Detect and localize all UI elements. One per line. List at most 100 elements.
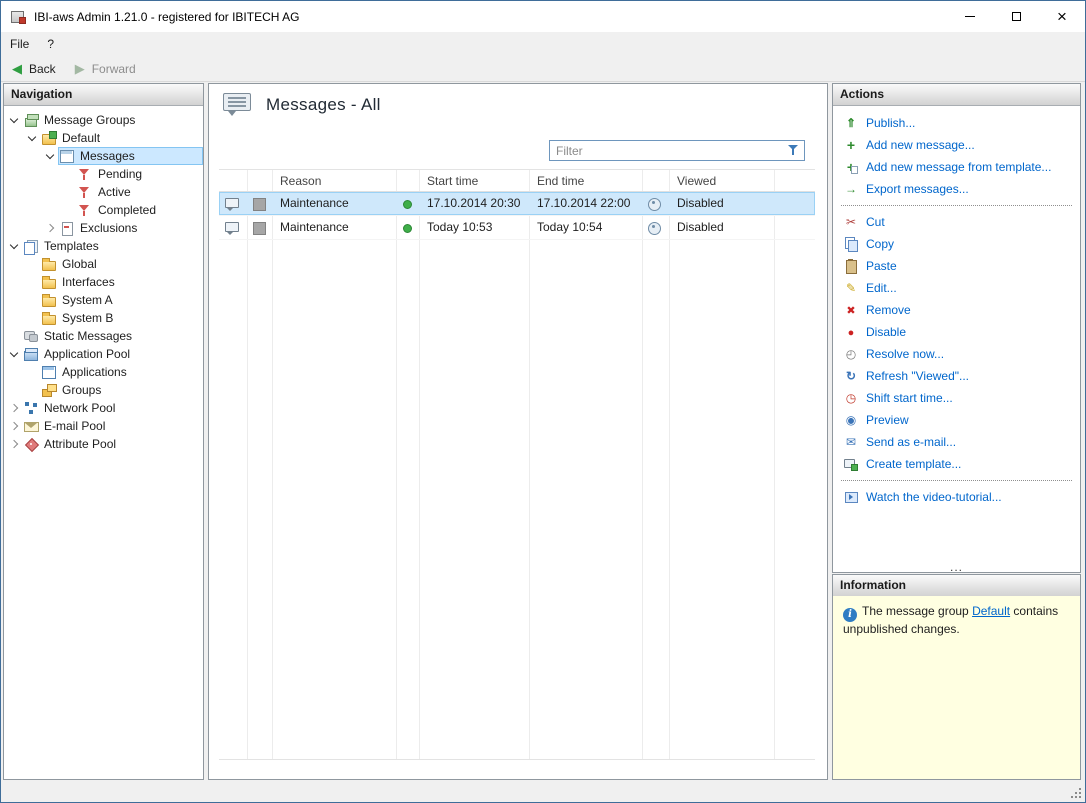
tree-item-static-messages[interactable]: Static Messages xyxy=(4,327,203,345)
column-header-end[interactable]: End time xyxy=(529,174,642,188)
chevron-collapsed-icon[interactable] xyxy=(42,219,58,237)
chevron-expanded-icon[interactable] xyxy=(6,111,22,129)
tree-item-messages[interactable]: Messages xyxy=(4,147,203,165)
tree-item-content: Messages xyxy=(58,147,203,165)
minimize-button[interactable] xyxy=(947,1,993,32)
action-publish[interactable]: Publish... xyxy=(833,112,1080,134)
menu-file[interactable]: File xyxy=(1,32,38,56)
filter-input[interactable] xyxy=(549,140,805,161)
network-pool-icon xyxy=(23,400,39,416)
action-label: Add new message from template... xyxy=(866,160,1051,174)
tree-item-exclusions[interactable]: Exclusions xyxy=(4,219,203,237)
chevron-spacer xyxy=(6,327,22,345)
chevron-expanded-icon[interactable] xyxy=(42,147,58,165)
table-row[interactable]: MaintenanceToday 10:53Today 10:54Disable… xyxy=(219,216,815,240)
info-default-link[interactable]: Default xyxy=(972,604,1010,618)
tree-item-system-a[interactable]: System A xyxy=(4,291,203,309)
action-send-as-e-mail[interactable]: Send as e-mail... xyxy=(833,431,1080,453)
action-label: Disable xyxy=(866,325,906,339)
action-label: Publish... xyxy=(866,116,915,130)
column-separator xyxy=(642,170,643,759)
tree-item-label: E-mail Pool xyxy=(41,419,108,433)
action-export-messages[interactable]: Export messages... xyxy=(833,178,1080,200)
tree-indent xyxy=(4,363,24,381)
action-add-new-message-from-template[interactable]: Add new message from template... xyxy=(833,156,1080,178)
action-create-template[interactable]: Create template... xyxy=(833,453,1080,475)
chevron-spacer xyxy=(24,255,40,273)
close-button[interactable] xyxy=(1039,1,1085,32)
action-preview[interactable]: Preview xyxy=(833,409,1080,431)
chevron-spacer xyxy=(24,309,40,327)
tree-item-active[interactable]: Active xyxy=(4,183,203,201)
action-label: Paste xyxy=(866,259,897,273)
maximize-icon xyxy=(1012,12,1021,21)
back-button[interactable]: Back xyxy=(1,57,64,81)
action-cut[interactable]: Cut xyxy=(833,211,1080,233)
tree-item-attribute-pool[interactable]: Attribute Pool xyxy=(4,435,203,453)
action-shift-start-time[interactable]: Shift start time... xyxy=(833,387,1080,409)
tree-indent xyxy=(4,183,60,201)
chevron-spacer xyxy=(24,381,40,399)
action-remove[interactable]: Remove xyxy=(833,299,1080,321)
chevron-expanded-icon[interactable] xyxy=(6,345,22,363)
tree-item-system-b[interactable]: System B xyxy=(4,309,203,327)
resize-grip[interactable] xyxy=(1069,786,1082,799)
tree-item-application-pool[interactable]: Application Pool xyxy=(4,345,203,363)
action-disable[interactable]: Disable xyxy=(833,321,1080,343)
messages-icon xyxy=(223,93,251,116)
filter-funnel-icon[interactable] xyxy=(788,145,800,156)
column-separator xyxy=(774,170,775,759)
action-edit[interactable]: Edit... xyxy=(833,277,1080,299)
titlebar: IBI-aws Admin 1.21.0 - registered for IB… xyxy=(1,1,1085,32)
action-label: Create template... xyxy=(866,457,961,471)
folder-icon xyxy=(41,310,57,326)
tree-item-message-groups[interactable]: Message Groups xyxy=(4,111,203,129)
action-paste[interactable]: Paste xyxy=(833,255,1080,277)
table-row[interactable]: Maintenance17.10.2014 20:3017.10.2014 22… xyxy=(219,192,815,216)
tree-item-interfaces[interactable]: Interfaces xyxy=(4,273,203,291)
tree-item-default[interactable]: Default xyxy=(4,129,203,147)
tree-item-applications[interactable]: Applications xyxy=(4,363,203,381)
tree-item-content: Pending xyxy=(76,165,203,183)
cell-viewed-icon xyxy=(642,220,669,236)
chevron-collapsed-icon[interactable] xyxy=(6,417,22,435)
column-header-reason[interactable]: Reason xyxy=(272,174,396,188)
chevron-expanded-icon[interactable] xyxy=(6,237,22,255)
column-header-viewed[interactable]: Viewed xyxy=(669,174,774,188)
tree-item-label: Global xyxy=(59,257,100,271)
export-messages-icon xyxy=(843,181,859,197)
action-refresh-viewed[interactable]: Refresh "Viewed"... xyxy=(833,365,1080,387)
tree-item-global[interactable]: Global xyxy=(4,255,203,273)
tree-item-label: System B xyxy=(59,311,116,325)
actions-splitter[interactable]: ... xyxy=(833,562,1080,572)
menu-help[interactable]: ? xyxy=(38,32,63,56)
action-add-new-message[interactable]: Add new message... xyxy=(833,134,1080,156)
column-separator xyxy=(669,170,670,759)
tree-item-label: Groups xyxy=(59,383,104,397)
tree-item-pending[interactable]: Pending xyxy=(4,165,203,183)
forward-button[interactable]: Forward xyxy=(64,57,144,81)
column-separator xyxy=(272,170,273,759)
publish-icon xyxy=(843,115,859,131)
chevron-collapsed-icon[interactable] xyxy=(6,399,22,417)
column-header-start[interactable]: Start time xyxy=(419,174,529,188)
tree-indent xyxy=(4,381,24,399)
action-resolve-now[interactable]: Resolve now... xyxy=(833,343,1080,365)
tree-item-groups[interactable]: Groups xyxy=(4,381,203,399)
chevron-expanded-icon[interactable] xyxy=(24,129,40,147)
copy-icon xyxy=(843,236,859,252)
tree-indent xyxy=(4,291,24,309)
tree-item-e-mail-pool[interactable]: E-mail Pool xyxy=(4,417,203,435)
edit-icon xyxy=(843,280,859,296)
tree-item-templates[interactable]: Templates xyxy=(4,237,203,255)
action-watch-the-video-tutorial[interactable]: Watch the video-tutorial... xyxy=(833,486,1080,508)
action-copy[interactable]: Copy xyxy=(833,233,1080,255)
tree-item-completed[interactable]: Completed xyxy=(4,201,203,219)
disable-icon xyxy=(843,324,859,340)
static-messages-icon xyxy=(23,328,39,344)
applications-icon xyxy=(41,364,57,380)
tree-item-network-pool[interactable]: Network Pool xyxy=(4,399,203,417)
maximize-button[interactable] xyxy=(993,1,1039,32)
chevron-collapsed-icon[interactable] xyxy=(6,435,22,453)
video-tutorial-icon xyxy=(843,489,859,505)
